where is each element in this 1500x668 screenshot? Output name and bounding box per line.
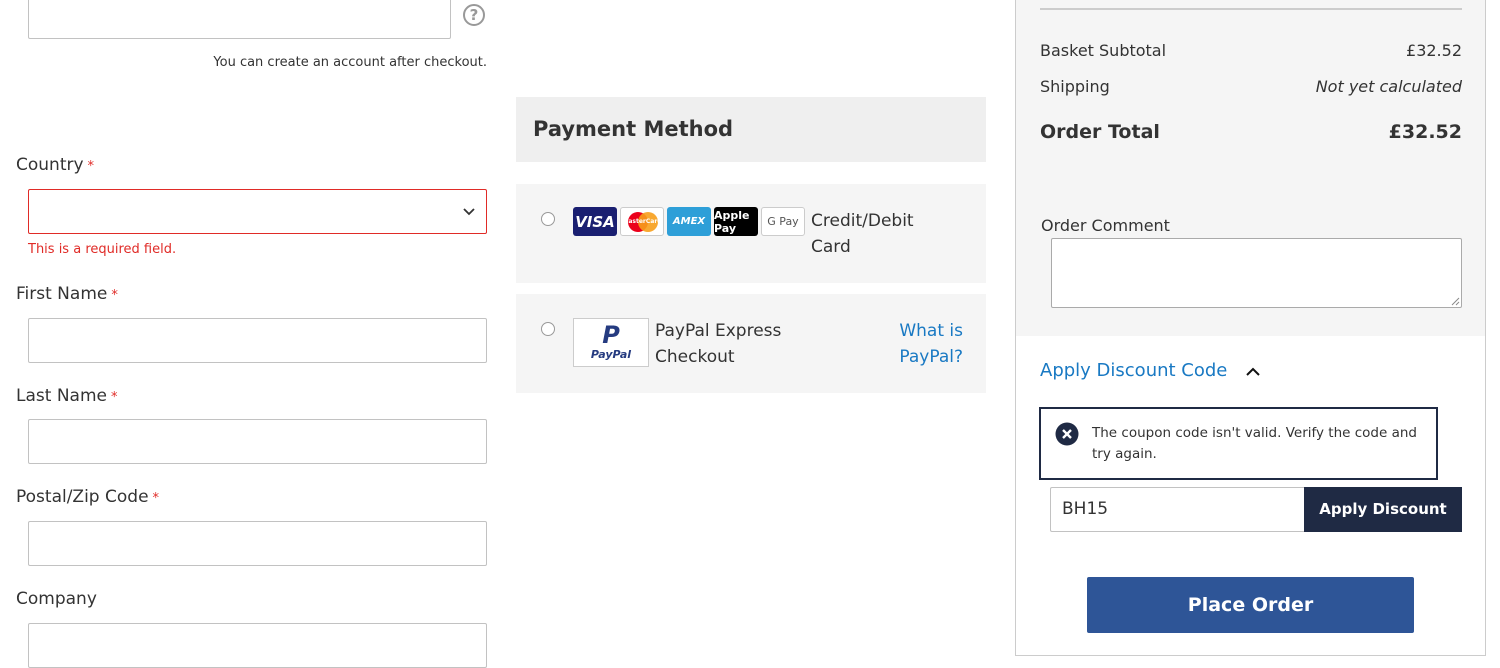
first-name-label-text: First Name bbox=[16, 284, 108, 304]
last-name-label-text: Last Name bbox=[16, 386, 107, 406]
country-select[interactable] bbox=[28, 189, 487, 234]
visa-icon: VISA bbox=[573, 207, 617, 236]
postal-code-label-text: Postal/Zip Code bbox=[16, 487, 149, 507]
required-mark: * bbox=[110, 390, 118, 405]
paypal-radio[interactable] bbox=[541, 322, 555, 336]
email-field[interactable] bbox=[28, 0, 451, 39]
what-is-paypal-line1: What is bbox=[899, 321, 963, 341]
account-hint: You can create an account after checkout… bbox=[213, 55, 487, 70]
shipping-label: Shipping bbox=[1040, 77, 1110, 96]
summary-divider bbox=[1040, 8, 1462, 10]
last-name-field[interactable] bbox=[28, 419, 487, 464]
shipping-value: Not yet calculated bbox=[1315, 77, 1462, 96]
discount-error-message: The coupon code isn't valid. Verify the … bbox=[1039, 407, 1438, 480]
paypal-logo-icon: P PayPal bbox=[573, 318, 649, 367]
error-x-icon bbox=[1055, 422, 1079, 446]
order-total-label: Order Total bbox=[1040, 121, 1160, 143]
paypal-label-line1: PayPal Express bbox=[655, 321, 782, 341]
google-pay-logo-text: G Pay bbox=[767, 215, 799, 228]
order-total-value: £32.52 bbox=[1388, 121, 1462, 143]
apple-pay-icon: Apple Pay bbox=[714, 207, 758, 236]
discount-error-text: The coupon code isn't valid. Verify the … bbox=[1092, 425, 1417, 462]
subtotal-value: £32.52 bbox=[1406, 41, 1462, 60]
payment-method-title: Payment Method bbox=[533, 117, 734, 141]
chevron-down-icon bbox=[463, 208, 475, 216]
card-option-label: Credit/Debit Card bbox=[811, 208, 914, 260]
card-radio[interactable] bbox=[541, 212, 555, 226]
paypal-option-label: PayPal Express Checkout bbox=[655, 318, 781, 370]
paypal-wordmark: PayPal bbox=[590, 348, 632, 361]
order-summary-panel bbox=[1015, 0, 1486, 656]
amex-icon: AMEX bbox=[667, 207, 711, 236]
required-mark: * bbox=[87, 159, 95, 174]
postal-code-field[interactable] bbox=[28, 521, 487, 566]
resize-handle-icon bbox=[1451, 297, 1460, 306]
order-comment-label: Order Comment bbox=[1041, 216, 1170, 235]
order-comment-textarea[interactable] bbox=[1051, 238, 1462, 308]
google-pay-icon: G Pay bbox=[761, 207, 805, 236]
apply-discount-toggle[interactable]: Apply Discount Code bbox=[1040, 360, 1261, 381]
subtotal-label: Basket Subtotal bbox=[1040, 41, 1167, 60]
help-icon[interactable]: ? bbox=[463, 4, 485, 26]
card-label-line1: Credit/Debit bbox=[811, 211, 914, 231]
place-order-button[interactable]: Place Order bbox=[1087, 577, 1414, 633]
apply-discount-button-label: Apply Discount bbox=[1319, 500, 1447, 518]
coupon-code-input[interactable]: BH15 bbox=[1050, 487, 1306, 532]
chevron-up-icon bbox=[1246, 367, 1260, 376]
required-mark: * bbox=[152, 491, 160, 506]
card-label-line2: Card bbox=[811, 237, 851, 257]
paypal-label-line2: Checkout bbox=[655, 347, 735, 367]
payment-method-header: Payment Method bbox=[516, 97, 986, 162]
postal-code-label: Postal/Zip Code * bbox=[16, 487, 159, 507]
apple-pay-logo-text: Apple Pay bbox=[714, 208, 750, 235]
required-mark: * bbox=[111, 288, 118, 303]
apply-discount-toggle-label: Apply Discount Code bbox=[1040, 360, 1228, 381]
last-name-label: Last Name * bbox=[16, 386, 117, 406]
first-name-field[interactable] bbox=[28, 318, 487, 363]
country-label: Country * bbox=[16, 155, 94, 175]
paypal-p-mark: P bbox=[602, 321, 620, 349]
amex-logo-text: AMEX bbox=[672, 216, 706, 227]
help-icon-symbol: ? bbox=[469, 6, 479, 24]
visa-logo-text: VISA bbox=[575, 212, 615, 231]
coupon-code-value: BH15 bbox=[1062, 499, 1109, 519]
what-is-paypal-link[interactable]: What is PayPal? bbox=[880, 318, 963, 370]
first-name-label: First Name * bbox=[16, 284, 118, 304]
what-is-paypal-line2: PayPal? bbox=[899, 347, 963, 367]
apply-discount-button[interactable]: Apply Discount bbox=[1304, 487, 1462, 532]
company-field[interactable] bbox=[28, 623, 487, 668]
place-order-button-label: Place Order bbox=[1187, 594, 1314, 616]
mastercard-icon: MasterCard bbox=[620, 207, 664, 236]
company-label: Company bbox=[16, 589, 97, 609]
mastercard-logo-text: MasterCard bbox=[622, 218, 662, 225]
country-label-text: Country bbox=[16, 155, 84, 175]
country-error: This is a required field. bbox=[28, 242, 177, 257]
